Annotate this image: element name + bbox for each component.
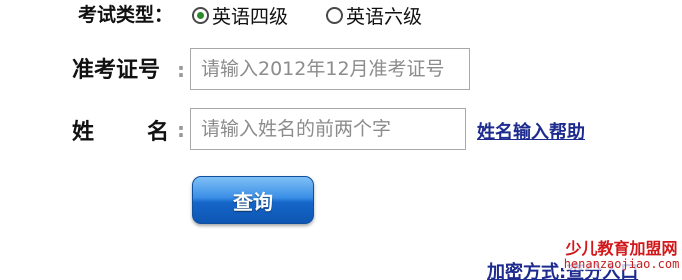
- query-button[interactable]: 查询: [192, 176, 314, 224]
- watermark-logo: 少儿教育加盟网 henanzaojiao.com: [563, 239, 680, 271]
- radio-cet4[interactable]: 英语四级: [192, 2, 288, 29]
- radio-unselected-icon[interactable]: [326, 7, 343, 24]
- watermark-title: 少儿教育加盟网: [565, 239, 678, 258]
- radio-cet4-label: 英语四级: [212, 6, 289, 28]
- name-input[interactable]: [190, 108, 466, 150]
- radio-selected-icon[interactable]: [192, 7, 209, 24]
- watermark-url: henanzaojiao.com: [563, 256, 680, 271]
- score-query-form: 考试类型： 英语四级 英语六级 准考证号 : 姓 名 : 姓名输入帮助 查询 加…: [0, 0, 682, 280]
- name-colon: :: [177, 118, 185, 142]
- cert-number-label: 准考证号: [72, 58, 161, 83]
- radio-cet6[interactable]: 英语六级: [326, 2, 422, 29]
- name-help-link[interactable]: 姓名输入帮助: [477, 118, 585, 144]
- radio-cet6-label: 英语六级: [346, 6, 423, 28]
- name-label-first: 姓: [72, 120, 95, 145]
- name-label-second: 名: [147, 120, 170, 145]
- cert-colon: :: [177, 58, 185, 82]
- exam-type-label: 考试类型：: [78, 4, 174, 26]
- cert-number-input[interactable]: [190, 48, 470, 90]
